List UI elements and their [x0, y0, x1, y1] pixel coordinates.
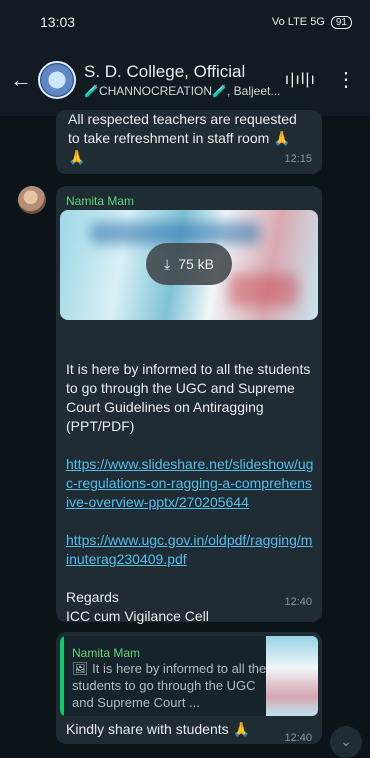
message-time: 12:40 [284, 596, 312, 608]
scroll-down-button[interactable]: ⌄ [330, 726, 362, 758]
message-bubble[interactable]: All respected teachers are requested to … [56, 110, 322, 174]
message-text: It is here by informed to all the studen… [66, 360, 314, 626]
media-thumbnail[interactable]: ⤓ 75 kB [60, 210, 318, 320]
status-icons: Vo LTE 5G 91 [271, 15, 352, 29]
network-indicator: Vo LTE 5G [271, 16, 325, 28]
chevron-down-icon: ⌄ [340, 733, 352, 749]
quote-bar [60, 636, 64, 716]
quote-thumbnail [266, 636, 318, 716]
image-icon: 🖼 [72, 661, 93, 676]
message-link[interactable]: https://www.slideshare.net/slideshow/ugc… [66, 455, 314, 512]
header-actions: ı|ıl|ı ⋮ [285, 70, 356, 90]
message-text: Kindly share with students 🙏 [66, 721, 250, 737]
message-time: 12:40 [284, 732, 312, 744]
chat-title: S. D. College, Official [84, 62, 246, 81]
message-bubble[interactable]: Namita Mam ⤓ 75 kB It is here by informe… [56, 186, 322, 624]
battery-icon: 91 [330, 15, 352, 29]
chat-header: ← S. D. College, Official 🧪CHANNOCREATIO… [0, 44, 370, 116]
chat-header-info[interactable]: S. D. College, Official 🧪CHANNOCREATION🧪… [84, 62, 285, 98]
message-closing: Regards [66, 589, 119, 605]
quoted-message[interactable]: Namita Mam 🖼 It is here by informed to a… [60, 636, 318, 716]
more-vertical-icon[interactable]: ⋮ [336, 70, 356, 90]
quote-text-content: It is here by informed to all the studen… [72, 661, 267, 710]
quote-text: 🖼 It is here by informed to all the stud… [72, 660, 268, 711]
message-time: 12:15 [284, 153, 312, 165]
message-link[interactable]: https://www.ugc.gov.in/oldpdf/ragging/mi… [66, 531, 314, 569]
group-avatar[interactable] [38, 61, 76, 99]
download-button[interactable]: ⤓ 75 kB [146, 243, 232, 285]
message-intro: It is here by informed to all the studen… [66, 361, 311, 434]
status-bar: 13:03 Vo LTE 5G 91 [0, 0, 370, 44]
arrow-left-icon[interactable]: ← [10, 67, 38, 93]
status-time: 13:03 [40, 14, 76, 30]
download-icon: ⤓ [163, 255, 171, 272]
message-signature: ICC cum Vigilance Cell [66, 608, 209, 624]
message-bubble[interactable]: Namita Mam 🖼 It is here by informed to a… [56, 632, 322, 744]
chat-subtitle: 🧪CHANNOCREATION🧪, Baljeet... [84, 84, 281, 98]
media-size: 75 kB [178, 255, 214, 272]
sender-name[interactable]: Namita Mam [66, 192, 134, 211]
sender-avatar[interactable] [18, 186, 46, 214]
message-text: All respected teachers are requested to … [68, 111, 297, 165]
voice-wave-icon[interactable]: ı|ıl|ı [285, 71, 316, 89]
